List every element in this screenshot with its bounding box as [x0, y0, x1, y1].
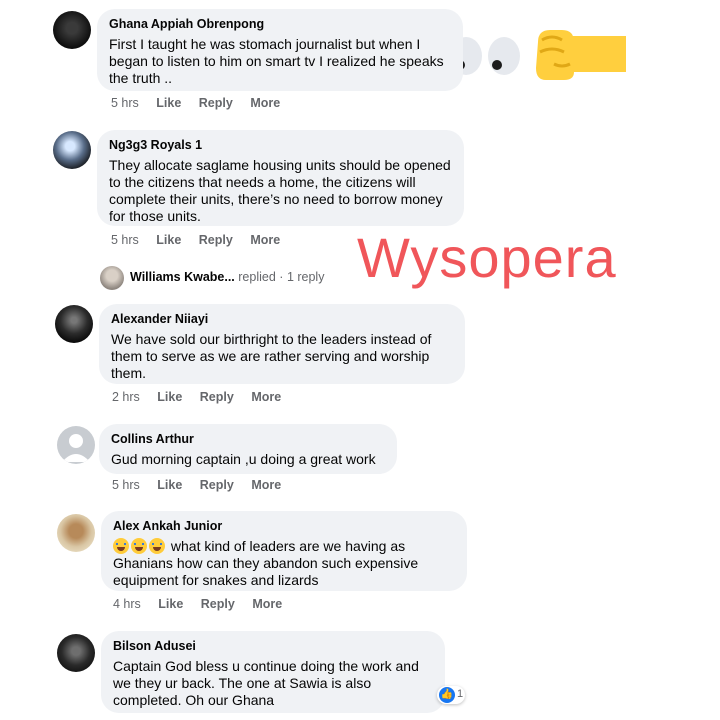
watermark: Wysopera [357, 226, 617, 289]
comment-time[interactable]: 2 hrs [112, 390, 140, 404]
reply-separator: · [279, 270, 284, 284]
crying-emoji-icon [149, 538, 165, 554]
like-button[interactable]: Like [157, 390, 182, 404]
comment-actions: 5 hrs Like Reply More [111, 96, 294, 110]
reply-button[interactable]: Reply [199, 96, 233, 110]
reaction-count: 1 [457, 688, 464, 700]
default-avatar-icon[interactable] [57, 426, 95, 464]
reply-author: Williams Kwabe... [130, 270, 235, 284]
like-button[interactable]: Like [158, 597, 183, 611]
avatar[interactable] [53, 131, 91, 169]
reaction-badge[interactable]: 👍 1 [437, 686, 465, 704]
avatar[interactable] [57, 514, 95, 552]
more-button[interactable]: More [251, 390, 281, 404]
comment-time[interactable]: 5 hrs [111, 233, 139, 247]
comment-author[interactable]: Alex Ankah Junior [113, 519, 455, 533]
comment-time[interactable]: 5 hrs [112, 478, 140, 492]
avatar[interactable] [55, 305, 93, 343]
more-button[interactable]: More [250, 96, 280, 110]
comment-text: what kind of leaders are we having as Gh… [113, 538, 455, 589]
comment-author[interactable]: Bilson Adusei [113, 639, 433, 653]
comment-text: First I taught he was stomach journalist… [109, 36, 444, 86]
comment-bubble: Ng3g3 Royals 1 They allocate saglame hou… [97, 130, 464, 226]
comment-actions: 5 hrs Like Reply More [112, 478, 295, 492]
comment-author[interactable]: Ng3g3 Royals 1 [109, 138, 452, 152]
comment-text: Gud morning captain ,u doing a great wor… [111, 451, 376, 467]
like-icon: 👍 [439, 687, 455, 703]
comment-text: They allocate saglame housing units shou… [109, 157, 451, 224]
comment-actions: 5 hrs Like Reply More [111, 233, 294, 247]
comment-author[interactable]: Collins Arthur [111, 432, 385, 446]
reply-count: 1 reply [286, 270, 325, 284]
reply-button[interactable]: Reply [200, 390, 234, 404]
comment-author[interactable]: Ghana Appiah Obrenpong [109, 17, 451, 31]
comment-author[interactable]: Alexander Niiayi [111, 312, 453, 326]
reply-button[interactable]: Reply [201, 597, 235, 611]
avatar [100, 266, 124, 290]
avatar[interactable] [53, 11, 91, 49]
comment-bubble: Alex Ankah Junior what kind of leaders a… [101, 511, 467, 591]
crying-emoji-icon [131, 538, 147, 554]
more-button[interactable]: More [250, 233, 280, 247]
comment-time[interactable]: 5 hrs [111, 96, 139, 110]
comment-text: Captain God bless u continue doing the w… [113, 658, 419, 708]
fist-emoji-icon [532, 24, 628, 84]
comment-text: We have sold our birthright to the leade… [111, 331, 432, 381]
reply-verb: replied [238, 270, 276, 284]
reply-button[interactable]: Reply [200, 478, 234, 492]
crying-emoji-icon [113, 538, 129, 554]
comment-bubble: Alexander Niiayi We have sold our birthr… [99, 304, 465, 384]
reply-button[interactable]: Reply [199, 233, 233, 247]
like-button[interactable]: Like [157, 478, 182, 492]
avatar[interactable] [57, 634, 95, 672]
like-button[interactable]: Like [156, 233, 181, 247]
comment-bubble: Collins Arthur Gud morning captain ,u do… [99, 424, 397, 474]
comment-bubble: Ghana Appiah Obrenpong First I taught he… [97, 9, 463, 91]
comment-bubble: Bilson Adusei Captain God bless u contin… [101, 631, 445, 713]
comment-actions: 2 hrs Like Reply More [112, 390, 295, 404]
more-button[interactable]: More [252, 597, 282, 611]
comment-time[interactable]: 4 hrs [113, 597, 141, 611]
more-button[interactable]: More [251, 478, 281, 492]
comment-actions: 4 hrs Like Reply More [113, 597, 296, 611]
like-button[interactable]: Like [156, 96, 181, 110]
